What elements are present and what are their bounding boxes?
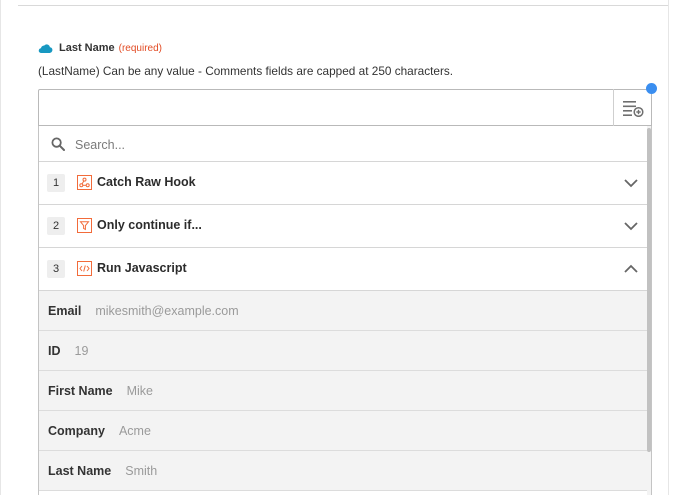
webhook-icon (77, 175, 92, 190)
field-option-email[interactable]: Email mikesmith@example.com (39, 291, 647, 331)
section-divider (18, 5, 668, 6)
data-picker-dropdown: 1 Catch Raw Hook 2 Only continue if... 3 (38, 126, 652, 495)
field-help-text: (LastName) Can be any value - Comments f… (38, 64, 454, 78)
field-key: Company (48, 423, 105, 438)
salesforce-cloud-icon (38, 43, 53, 53)
search-icon (51, 137, 65, 151)
step-title: Catch Raw Hook (97, 175, 196, 189)
code-icon (77, 261, 92, 276)
field-key: ID (48, 343, 61, 358)
search-input[interactable] (73, 134, 637, 156)
chevron-down-icon[interactable] (623, 177, 639, 189)
scrollbar-thumb[interactable] (647, 128, 651, 452)
insert-data-icon (623, 100, 644, 117)
field-option-last-name[interactable]: Last Name Smith (39, 451, 647, 491)
search-row (39, 126, 651, 162)
step-number: 1 (47, 174, 65, 192)
step-number: 3 (47, 260, 65, 278)
field-value: Mike (126, 383, 154, 398)
insert-data-button[interactable] (613, 89, 652, 126)
field-key: Email (48, 303, 82, 318)
step-fields-list: Email mikesmith@example.com ID 19 First … (39, 291, 647, 491)
field-label-text: Last Name (59, 42, 115, 54)
field-value: Acme (118, 423, 151, 438)
panel-left-border (0, 0, 1, 495)
last-name-input[interactable] (38, 89, 652, 126)
status-dot (646, 83, 657, 94)
field-option-company[interactable]: Company Acme (39, 411, 647, 451)
field-option-first-name[interactable]: First Name Mike (39, 371, 647, 411)
chevron-down-icon[interactable] (623, 220, 639, 232)
step-row-catch-raw-hook[interactable]: 1 Catch Raw Hook (39, 162, 651, 205)
step-title: Run Javascript (97, 261, 187, 275)
field-label: Last Name (required) (38, 41, 162, 55)
field-value: Smith (125, 463, 158, 478)
field-value: mikesmith@example.com (95, 303, 239, 318)
step-title: Only continue if... (97, 218, 202, 232)
step-row-only-continue-if[interactable]: 2 Only continue if... (39, 205, 651, 248)
field-value: 19 (74, 343, 89, 358)
step-row-run-javascript[interactable]: 3 Run Javascript (39, 248, 651, 291)
field-key: Last Name (48, 463, 112, 478)
required-indicator: (required) (118, 42, 162, 54)
field-key: First Name (48, 383, 113, 398)
field-option-id[interactable]: ID 19 (39, 331, 647, 371)
filter-icon (77, 218, 92, 233)
step-number: 2 (47, 217, 65, 235)
chevron-up-icon[interactable] (623, 263, 639, 275)
panel-right-border (668, 0, 669, 495)
